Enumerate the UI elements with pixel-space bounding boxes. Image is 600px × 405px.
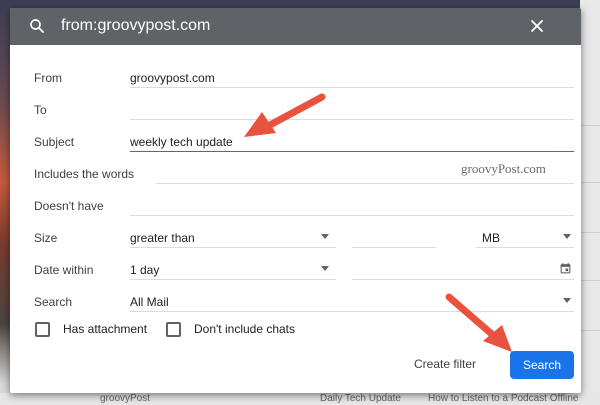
- size-comparator-underline: [130, 247, 336, 248]
- from-label: From: [34, 71, 62, 85]
- date-within-value: 1 day: [130, 263, 160, 277]
- date-within-field: Date within 1 day: [10, 254, 581, 284]
- close-icon[interactable]: [527, 16, 547, 36]
- from-underline: [130, 87, 574, 88]
- includes-label: Includes the words: [34, 167, 135, 181]
- from-input[interactable]: groovypost.com: [130, 71, 215, 85]
- has-attachment-label: Has attachment: [63, 322, 148, 336]
- size-amount-underline: [352, 247, 436, 248]
- search-query-text[interactable]: from:groovypost.com: [61, 17, 210, 35]
- subject-field: Subject weekly tech update: [10, 126, 581, 156]
- chevron-down-icon: [321, 266, 329, 271]
- search-in-value: All Mail: [130, 295, 169, 309]
- watermark-text: groovyPost.com: [461, 161, 546, 176]
- background-email-row: groovyPost Daily Tech Update How to List…: [0, 393, 600, 405]
- size-unit-underline: [476, 247, 574, 248]
- search-button[interactable]: Search: [510, 351, 574, 379]
- create-filter-button[interactable]: Create filter: [414, 357, 476, 371]
- to-underline: [130, 119, 574, 120]
- size-amount-input[interactable]: [352, 222, 436, 248]
- search-icon[interactable]: [28, 17, 46, 35]
- date-input-underline: [352, 279, 574, 280]
- has-attachment-checkbox[interactable]: [35, 322, 50, 337]
- date-within-underline: [130, 279, 336, 280]
- advanced-search-dialog: from:groovypost.com From groovypost.com …: [10, 8, 581, 393]
- to-label: To: [34, 103, 47, 117]
- search-bar: from:groovypost.com: [10, 8, 581, 45]
- doesnt-have-field: Doesn't have: [10, 190, 581, 220]
- search-in-label: Search: [34, 295, 73, 309]
- size-comparator-value: greater than: [130, 231, 195, 245]
- size-field: Size greater than MB: [10, 222, 581, 252]
- doesnt-have-underline: [130, 215, 574, 216]
- background-sender: groovyPost: [100, 393, 151, 404]
- search-in-field: Search All Mail: [10, 286, 581, 316]
- dont-include-chats-checkbox[interactable]: [166, 322, 181, 337]
- subject-underline: [130, 151, 574, 152]
- dont-include-chats-label: Don't include chats: [194, 322, 296, 336]
- size-unit-value: MB: [482, 231, 500, 245]
- to-field: To: [10, 94, 581, 124]
- date-input[interactable]: [352, 254, 574, 280]
- background-snippet: How to Listen to a Podcast Offline: [428, 393, 579, 404]
- doesnt-have-label: Doesn't have: [34, 199, 104, 213]
- background-right-edge: [580, 0, 600, 405]
- search-in-underline: [130, 311, 574, 312]
- subject-label: Subject: [34, 135, 75, 149]
- includes-underline: [156, 183, 574, 184]
- size-label: Size: [34, 231, 58, 245]
- chevron-down-icon: [563, 298, 571, 303]
- chevron-down-icon: [563, 234, 571, 239]
- from-field: From groovypost.com: [10, 62, 581, 92]
- subject-input[interactable]: weekly tech update: [130, 135, 233, 149]
- chevron-down-icon: [321, 234, 329, 239]
- background-subject: Daily Tech Update: [320, 393, 401, 404]
- date-within-label: Date within: [34, 263, 94, 277]
- calendar-icon[interactable]: [559, 262, 572, 275]
